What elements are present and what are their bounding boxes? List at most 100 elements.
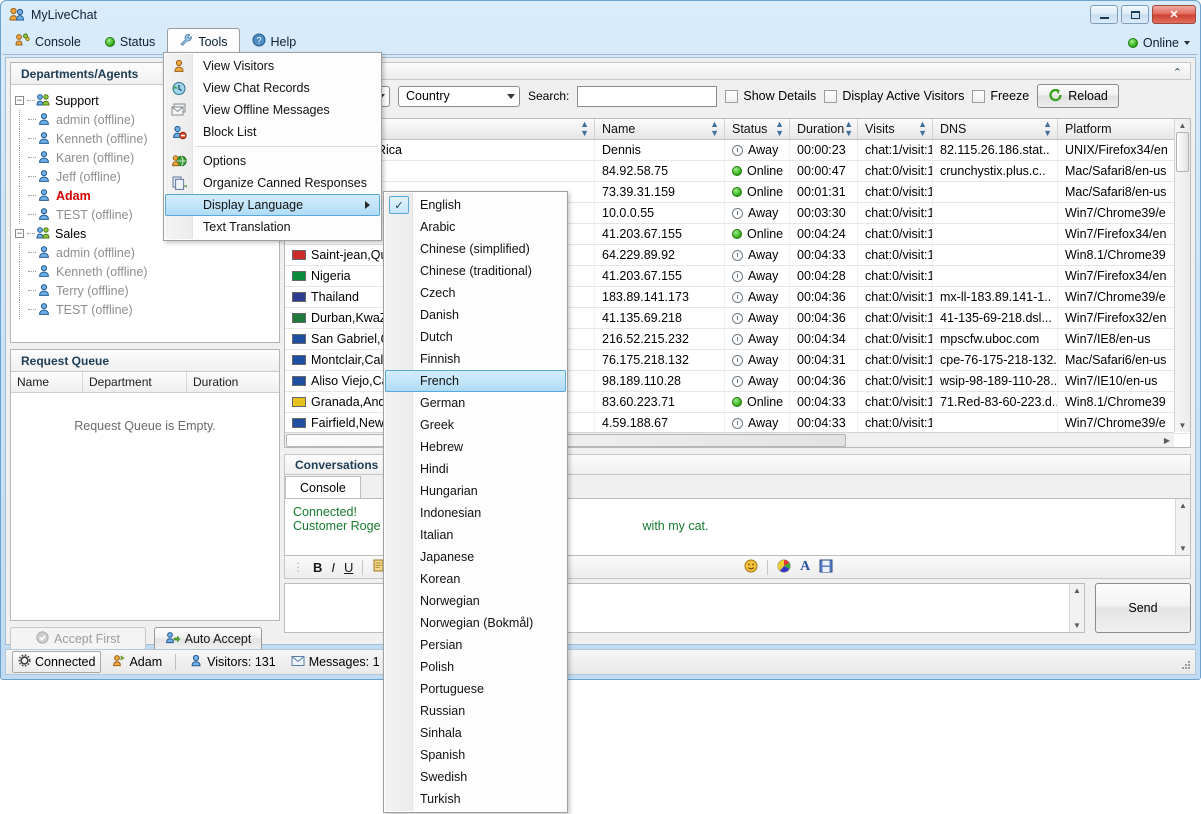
freeze-checkbox[interactable]: Freeze [972,89,1029,103]
checkbox-box[interactable] [972,90,985,103]
chevron-up-icon[interactable]: ⌃ [1173,66,1182,79]
sort-icon[interactable]: ▲▼ [1043,120,1052,138]
tree-agent[interactable]: admin (offline) [15,243,275,262]
tree-agent[interactable]: TEST (offline) [15,300,275,319]
display-language-submenu[interactable]: ✓EnglishArabicChinese (simplified)Chines… [383,191,568,813]
language-item-portuguese[interactable]: Portuguese [385,678,566,700]
rq-col-name[interactable]: Name [11,372,83,392]
language-item-swedish[interactable]: Swedish [385,766,566,788]
chat-log-scrollbar[interactable]: ▲ ▼ [1175,499,1190,555]
language-item-japanese[interactable]: Japanese [385,546,566,568]
menu-item-organize-canned-responses[interactable]: Organize Canned Responses [165,172,380,194]
language-item-turkish[interactable]: Turkish [385,788,566,810]
maximize-button[interactable] [1121,5,1149,24]
sort-icon[interactable]: ▲▼ [918,120,927,138]
rq-col-department[interactable]: Department [83,372,187,392]
language-item-arabic[interactable]: Arabic [385,216,566,238]
language-item-english[interactable]: ✓English [385,194,566,216]
messages-count[interactable]: Messages: 1 [286,653,385,672]
column-header-platform[interactable]: Platform [1058,119,1186,139]
language-item-dutch[interactable]: Dutch [385,326,566,348]
language-item-norwegian-bokm-l[interactable]: Norwegian (Bokmål) [385,612,566,634]
connection-status[interactable]: Connected [12,651,101,673]
menu-item-view-chat-records[interactable]: View Chat Records [165,77,380,99]
language-item-norwegian[interactable]: Norwegian [385,590,566,612]
minimize-button[interactable] [1090,5,1118,24]
resize-grip[interactable] [1180,659,1192,671]
scroll-up-icon[interactable]: ▲ [1176,499,1190,510]
menu-item-options[interactable]: Options [165,150,380,172]
collapse-icon[interactable]: − [15,96,24,105]
auto-accept-button[interactable]: Auto Accept [154,627,262,651]
column-header-status[interactable]: Status ▲▼ [725,119,790,139]
reload-button[interactable]: Reload [1037,84,1119,108]
language-item-czech[interactable]: Czech [385,282,566,304]
menu-tools[interactable]: Tools [167,28,239,54]
table-vertical-scrollbar[interactable]: ▲ ▼ [1174,119,1190,432]
language-item-korean[interactable]: Korean [385,568,566,590]
font-icon[interactable]: A [800,559,810,575]
sort-icon[interactable]: ▲▼ [580,120,589,138]
menu-status[interactable]: Status [93,28,167,54]
save-icon[interactable] [819,559,833,576]
bold-button[interactable]: B [313,560,322,575]
send-button[interactable]: Send [1095,583,1191,633]
collapse-icon[interactable]: − [15,229,24,238]
visitors-count[interactable]: Visitors: 131 [184,652,281,672]
menu-item-view-visitors[interactable]: View Visitors [165,55,380,77]
tab-console[interactable]: Console [285,476,361,498]
scroll-up-icon[interactable]: ▲ [1070,584,1084,595]
language-item-chinese-simplified[interactable]: Chinese (simplified) [385,238,566,260]
language-item-chinese-traditional[interactable]: Chinese (traditional) [385,260,566,282]
checkbox-box[interactable] [824,90,837,103]
language-item-russian[interactable]: Russian [385,700,566,722]
column-header-dns[interactable]: DNS ▲▼ [933,119,1058,139]
scroll-right-icon[interactable]: ▶ [1164,436,1170,445]
menu-help[interactable]: ? Help [240,28,309,54]
underline-button[interactable]: U [344,560,353,575]
presence-selector[interactable]: Online [1128,36,1190,50]
language-item-indonesian[interactable]: Indonesian [385,502,566,524]
current-user[interactable]: Adam [106,652,167,672]
language-item-german[interactable]: German [385,392,566,414]
column-header-visits[interactable]: Visits ▲▼ [858,119,933,139]
display-active-visitors-checkbox[interactable]: Display Active Visitors [824,89,964,103]
language-item-danish[interactable]: Danish [385,304,566,326]
country-combo[interactable]: Country [398,86,520,107]
menu-item-display-language[interactable]: Display Language [165,194,380,216]
italic-button[interactable]: I [331,560,335,575]
sort-icon[interactable]: ▲▼ [710,120,719,138]
show-details-checkbox[interactable]: Show Details [725,89,816,103]
table-row[interactable]: om84.92.58.75Online00:00:47chat:0/visit:… [285,161,1190,182]
scrollbar-thumb[interactable] [1176,132,1189,172]
scroll-down-icon[interactable]: ▼ [1175,421,1190,430]
search-input[interactable] [577,86,717,107]
menu-console[interactable]: Console [3,28,93,54]
tree-agent[interactable]: Terry (offline) [15,281,275,300]
menu-item-view-offline-messages[interactable]: View Offline Messages [165,99,380,121]
language-item-greek[interactable]: Greek [385,414,566,436]
sort-icon[interactable]: ▲▼ [775,120,784,138]
language-item-hebrew[interactable]: Hebrew [385,436,566,458]
composer-scrollbar[interactable]: ▲ ▼ [1069,584,1084,632]
column-header-duration[interactable]: Duration ▲▼ [790,119,858,139]
scroll-up-icon[interactable]: ▲ [1175,119,1190,130]
table-row[interactable]: Jose,Costa RicaDennisAway00:00:23chat:1/… [285,140,1190,161]
close-button[interactable]: ✕ [1152,5,1196,24]
tools-dropdown-menu[interactable]: View VisitorsView Chat RecordsView Offli… [163,52,382,241]
sort-icon[interactable]: ▲▼ [844,120,853,138]
color-wheel-icon[interactable] [777,559,791,576]
language-item-italian[interactable]: Italian [385,524,566,546]
checkbox-box[interactable] [725,90,738,103]
language-item-sinhala[interactable]: Sinhala [385,722,566,744]
language-item-finnish[interactable]: Finnish [385,348,566,370]
language-item-persian[interactable]: Persian [385,634,566,656]
rq-col-duration[interactable]: Duration [187,372,279,392]
language-item-hungarian[interactable]: Hungarian [385,480,566,502]
scroll-down-icon[interactable]: ▼ [1176,544,1190,553]
language-item-spanish[interactable]: Spanish [385,744,566,766]
panel-collapse-bar[interactable]: ⌃ [284,62,1191,80]
accept-first-button[interactable]: Accept First [10,627,146,651]
menu-item-text-translation[interactable]: Text Translation [165,216,380,238]
menu-item-block-list[interactable]: Block List [165,121,380,143]
